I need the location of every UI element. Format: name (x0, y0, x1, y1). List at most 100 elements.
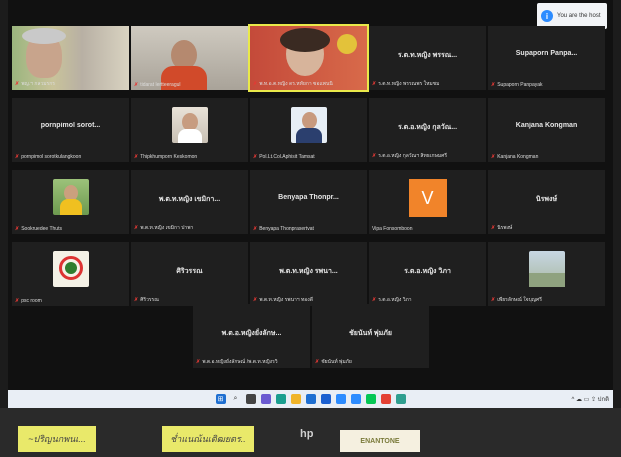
participant-tile[interactable]: ✗ psc room (12, 242, 129, 306)
participant-name: พ.ต.ท.หญิง รพนาฯ ทองดี (259, 297, 313, 303)
chrome-icon[interactable] (380, 394, 391, 404)
participant-tile[interactable]: Kanjana Kongman ✗ Kanjana Kongman (488, 98, 605, 162)
sticky-note: ช่ำแนณ้นเติฒยตร.. (162, 426, 254, 452)
participant-avatar (171, 107, 208, 143)
participant-display-name: Benyapa Thonpr... (278, 194, 339, 201)
mic-muted-icon: ✗ (253, 154, 258, 160)
mic-muted-icon: ✗ (134, 297, 139, 303)
mic-muted-icon: ✗ (253, 297, 258, 303)
participant-name: pornpimol sorotkulangkoon (21, 154, 82, 160)
participant-tile[interactable]: pornpimol sorot... ✗ pornpimol sorotkulan… (12, 98, 129, 162)
participant-name: ร.ต.อ.หญิง วิภา (378, 297, 412, 303)
participant-tile[interactable]: ศิริวรรณ ✗ ศิริวรรณ (131, 242, 248, 306)
host-notice-text: You are the host (557, 13, 601, 19)
participant-name: Pol.Lt.Col.Aphisit Tamsat (259, 154, 315, 160)
participant-tile[interactable]: พ.ต.ท.หญิง เขมิกา... ✗ พ.ต.ท.หญิง เขมิกา … (131, 170, 248, 234)
participant-tile[interactable]: นิรพงษ์ ✗ นิรพงษ์ (488, 170, 605, 234)
mic-muted-icon: ✗ (15, 226, 20, 232)
mic-muted-icon: ✗ (134, 82, 139, 88)
participant-tile[interactable]: V Vipa Fonsomboon (369, 170, 486, 234)
participant-tile[interactable]: ✗ tidarat lertteeragul (131, 26, 248, 90)
participant-name: ชัยนันท์ พุ่มภัย (321, 359, 352, 365)
mic-muted-icon: ✗ (15, 298, 20, 304)
participant-tile[interactable]: ชัยนันท์ พุ่มภัย ✗ ชัยนันท์ พุ่มภัย (312, 304, 429, 368)
zoom-icon[interactable] (350, 394, 361, 404)
participant-name: Kanjana Kongman (497, 154, 539, 160)
participant-name: Vipa Fonsomboon (372, 226, 413, 232)
participant-tile[interactable]: ✗ เพียรลักษณ์ ใจบุญศรี (488, 242, 605, 306)
mic-muted-icon: ✗ (372, 81, 377, 87)
participant-tile[interactable]: ร.ต.ท.หญิง พรรณ... ✗ ร.ต.ท.หญิง พรรณพร ให… (369, 26, 486, 90)
participant-name: เพียรลักษณ์ ใจบุญศรี (497, 297, 542, 303)
participant-name: ร.ต.ท.หญิง พรรณพร ใหมชม (378, 81, 440, 87)
participant-tile[interactable]: Supaporn Panpa... ✗ Supaporn Panpayak (488, 26, 605, 90)
participant-display-name: ร.ต.ท.หญิง พรรณ... (397, 52, 458, 59)
participant-name: ศิริวรรณ (140, 297, 159, 303)
participant-tile[interactable]: พ.ต.อ.หญิงยั่งลักษ... ✗ พ.ต.อ.หญิงยั่งลัก… (193, 304, 310, 368)
search-icon[interactable]: ⌕ (231, 394, 241, 404)
participant-name: Sookruedee Thuts (21, 226, 62, 232)
chat-icon[interactable] (260, 394, 271, 404)
participant-display-name: นิรพงษ์ (535, 196, 558, 203)
photos-icon[interactable] (395, 394, 406, 404)
hp-logo: hp (300, 428, 314, 440)
participant-tile[interactable]: ✗ Pol.Lt.Col.Aphisit Tamsat (250, 98, 367, 162)
mic-muted-icon: ✗ (315, 359, 320, 365)
dropbox-icon[interactable] (320, 394, 331, 404)
participant-name: พ.ต.ท.หญิง เขมิกา ปาพา (140, 225, 194, 231)
participant-display-name: ร.ต.อ.หญิง กุลวัณ... (397, 124, 458, 131)
participant-video (131, 26, 248, 90)
participant-tile[interactable]: ✗ Sookruedee Thuts (12, 170, 129, 234)
start-menu-icon[interactable]: ⊞ (215, 394, 226, 404)
participant-display-name: ชัยนันท์ พุ่มภัย (349, 330, 392, 337)
participant-display-name: พ.ต.ท.หญิง รพนา... (279, 268, 338, 275)
participant-avatar (290, 107, 327, 143)
participant-avatar (528, 251, 565, 287)
participant-display-name: พ.ต.ท.หญิง เขมิกา... (158, 196, 221, 203)
participant-name: Benyapa Thonprasertvat (259, 226, 314, 232)
windows-taskbar: ⊞ ⌕ ^ ☁ ▭ ⇪ ปกติ (8, 390, 613, 408)
mic-muted-icon: ✗ (134, 154, 139, 160)
participant-name: พญ.ฯ กลวมรกร (21, 81, 55, 87)
participant-tile[interactable]: ✗ Thipkhumporn Keskomon (131, 98, 248, 162)
mic-muted-icon: ✗ (134, 225, 139, 231)
mic-muted-icon: ✗ (15, 154, 20, 160)
participant-tile[interactable]: พ.ต.ท.หญิง รพนา... ✗ พ.ต.ท.หญิง รพนาฯ ทอง… (250, 242, 367, 306)
participant-name: พ.ต.อ.หญิงยั่งลักษณ์ /พ.ต.ท.หญิงรวิ (202, 359, 278, 365)
line-app-icon[interactable] (365, 394, 376, 404)
info-icon: i (541, 10, 553, 22)
participant-display-name: Kanjana Kongman (515, 122, 578, 129)
mic-muted-icon: ✗ (491, 297, 496, 303)
mic-muted-icon: ✗ (491, 225, 496, 231)
task-view-icon[interactable] (245, 394, 256, 404)
mic-muted-icon: ✗ (253, 226, 258, 232)
zoom-window: i You are the host ✗ พญ.ฯ กลวมรกร ✗ tidara… (8, 0, 613, 408)
participant-display-name: พ.ต.อ.หญิงยั่งลักษ... (221, 330, 282, 337)
participant-initial-avatar: V (408, 179, 447, 217)
app-icon[interactable] (335, 394, 346, 404)
product-box: ENANTONE (340, 430, 420, 452)
participant-name: Thipkhumporn Keskomon (140, 154, 198, 160)
mic-muted-icon: ✗ (196, 359, 201, 365)
participant-tile[interactable]: ร.ต.อ.หญิง วิภา ✗ ร.ต.อ.หญิง วิภา (369, 242, 486, 306)
system-tray[interactable]: ^ ☁ ▭ ⇪ ปกติ (571, 394, 609, 404)
participant-name: ร.ต.อ.หญิง กุลวัณฯ สิทธเกษมศรี (378, 153, 448, 159)
mic-muted-icon: ✗ (372, 297, 377, 303)
edge-browser-icon[interactable] (275, 394, 286, 404)
participant-display-name: pornpimol sorot... (40, 122, 101, 129)
mail-icon[interactable] (305, 394, 316, 404)
mic-muted-icon: ✗ (253, 81, 258, 87)
participant-avatar-emblem (52, 251, 89, 287)
participant-name: พ.ท.อ.ต.หญิง ดร.หทัยกา ซอแพนนิ (259, 81, 333, 87)
participant-name: Supaporn Panpayak (497, 82, 543, 88)
sticky-note: ~ปริญนกพนเ... (18, 426, 96, 452)
participant-display-name: ร.ต.อ.หญิง วิภา (404, 268, 451, 275)
mic-muted-icon: ✗ (491, 82, 496, 88)
participant-tile-active-speaker[interactable]: ✗ พ.ท.อ.ต.หญิง ดร.หทัยกา ซอแพนนิ (248, 24, 369, 92)
mic-muted-icon: ✗ (372, 153, 377, 159)
participant-tile[interactable]: ✗ พญ.ฯ กลวมรกร (12, 26, 129, 90)
participant-tile[interactable]: Benyapa Thonpr... ✗ Benyapa Thonprasertva… (250, 170, 367, 234)
participant-tile[interactable]: ร.ต.อ.หญิง กุลวัณ... ✗ ร.ต.อ.หญิง กุลวัณฯ… (369, 98, 486, 162)
participant-name: นิรพงษ์ (497, 225, 513, 231)
file-explorer-icon[interactable] (290, 394, 301, 404)
